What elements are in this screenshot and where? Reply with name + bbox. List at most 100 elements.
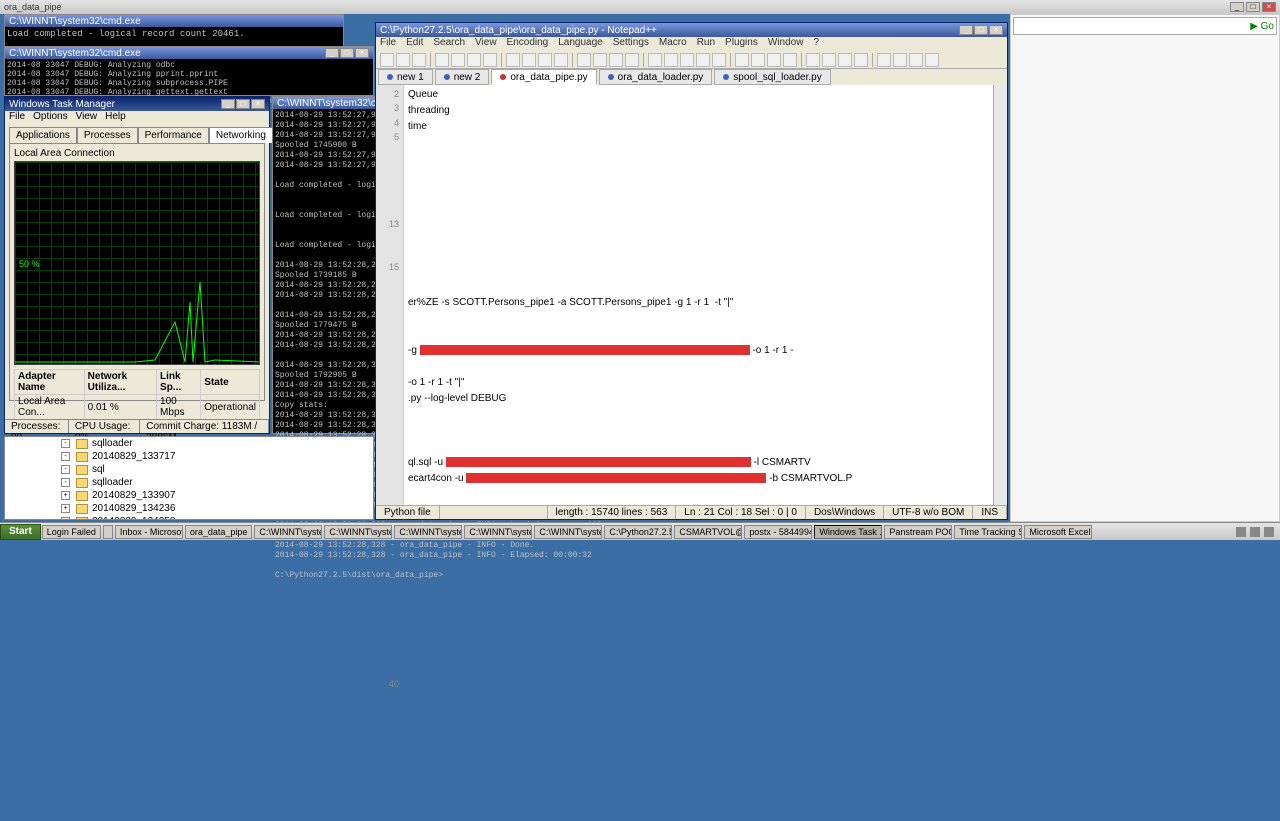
- menu-file[interactable]: File: [380, 37, 396, 51]
- maximize-button[interactable]: □: [1246, 2, 1260, 12]
- menu-run[interactable]: Run: [697, 37, 715, 51]
- toolbar-icon[interactable]: [783, 53, 797, 67]
- tab-applications[interactable]: Applications: [9, 127, 77, 143]
- taskbar-item[interactable]: Panstream POC ...: [884, 525, 952, 539]
- toolbar-icon[interactable]: [538, 53, 552, 67]
- toolbar-icon[interactable]: [925, 53, 939, 67]
- taskbar-item[interactable]: Windows Task ...: [814, 525, 882, 539]
- tab-performance[interactable]: Performance: [138, 127, 209, 143]
- expand-icon[interactable]: -: [61, 478, 70, 487]
- taskbar-item[interactable]: [103, 525, 113, 539]
- menu-file[interactable]: File: [9, 111, 25, 125]
- menu-search[interactable]: Search: [433, 37, 465, 51]
- code-area[interactable]: Queuethreadingtime er%ZE -s SCOTT.Person…: [404, 85, 993, 505]
- tray-icon[interactable]: [1264, 527, 1274, 537]
- toolbar-icon[interactable]: [467, 53, 481, 67]
- taskbar-item[interactable]: Microsoft Excel - B...: [1024, 525, 1092, 539]
- maximize-button[interactable]: □: [340, 48, 354, 58]
- file-tab[interactable]: new 1: [378, 69, 433, 85]
- npp-editor[interactable]: 2345 13 15 40 Queuethreadingtime er%ZE -…: [376, 85, 993, 505]
- go-icon[interactable]: ▶ Go: [1250, 21, 1274, 32]
- toolbar-icon[interactable]: [877, 53, 891, 67]
- menu-window[interactable]: Window: [768, 37, 804, 51]
- toolbar-icon[interactable]: [838, 53, 852, 67]
- cmdbg-titlebar[interactable]: C:\WINNT\system32\cmd.exe _ □ ×: [5, 47, 373, 59]
- toolbar-icon[interactable]: [696, 53, 710, 67]
- toolbar-icon[interactable]: [522, 53, 536, 67]
- taskbar-item[interactable]: ora_data_pipe: [185, 525, 253, 539]
- taskbar-item[interactable]: C:\WINNT\syste...: [534, 525, 602, 539]
- toolbar-icon[interactable]: [554, 53, 568, 67]
- taskmgr-titlebar[interactable]: Windows Task Manager _ □ ×: [5, 97, 269, 111]
- toolbar-icon[interactable]: [648, 53, 662, 67]
- file-tab[interactable]: spool_sql_loader.py: [714, 69, 830, 85]
- folder-item[interactable]: +20140829_134236: [5, 502, 373, 515]
- file-tab[interactable]: ora_data_loader.py: [599, 69, 713, 85]
- taskbar-item[interactable]: postx - 58449948...: [744, 525, 812, 539]
- expand-icon[interactable]: +: [61, 517, 70, 520]
- taskbar-item[interactable]: CSMARTVOL@SM...: [674, 525, 742, 539]
- minimize-button[interactable]: _: [325, 48, 339, 58]
- folder-item[interactable]: -sqlloader: [5, 437, 373, 450]
- cmd1-titlebar[interactable]: C:\WINNT\system32\cmd.exe: [5, 15, 343, 27]
- folder-item[interactable]: +20140829_134258: [5, 515, 373, 520]
- minimize-button[interactable]: _: [959, 25, 973, 35]
- file-tab[interactable]: new 2: [435, 69, 490, 85]
- minimize-button[interactable]: _: [221, 99, 235, 109]
- tray-icon[interactable]: [1250, 527, 1260, 537]
- folder-item[interactable]: -sql: [5, 463, 373, 476]
- taskbar-item[interactable]: Login Failed: [42, 525, 101, 539]
- taskbar-item[interactable]: C:\WINNT\syste...: [254, 525, 322, 539]
- taskbar-item[interactable]: Inbox - Microsof...: [115, 525, 183, 539]
- toolbar-icon[interactable]: [751, 53, 765, 67]
- toolbar-icon[interactable]: [806, 53, 820, 67]
- toolbar-icon[interactable]: [712, 53, 726, 67]
- minimize-button[interactable]: _: [1230, 2, 1244, 12]
- column-header[interactable]: Adapter Name: [15, 370, 85, 395]
- menu-help[interactable]: Help: [105, 111, 126, 125]
- taskbar-item[interactable]: C:\WINNT\syste...: [464, 525, 532, 539]
- system-tray[interactable]: [1230, 527, 1280, 537]
- toolbar-icon[interactable]: [506, 53, 520, 67]
- toolbar-icon[interactable]: [577, 53, 591, 67]
- maximize-button[interactable]: □: [974, 25, 988, 35]
- close-button[interactable]: ×: [1262, 2, 1276, 12]
- menu-?[interactable]: ?: [813, 37, 819, 51]
- toolbar-icon[interactable]: [593, 53, 607, 67]
- npp-titlebar[interactable]: C:\Python27.2.5\ora_data_pipe\ora_data_p…: [376, 23, 1007, 37]
- close-button[interactable]: ×: [355, 48, 369, 58]
- column-header[interactable]: Network Utiliza...: [84, 370, 156, 395]
- toolbar-icon[interactable]: [822, 53, 836, 67]
- toolbar-icon[interactable]: [735, 53, 749, 67]
- menu-view[interactable]: View: [76, 111, 98, 125]
- folder-item[interactable]: +20140829_133907: [5, 489, 373, 502]
- toolbar-icon[interactable]: [396, 53, 410, 67]
- taskbar-item[interactable]: C:\Python27.2.5...: [604, 525, 672, 539]
- taskbar-item[interactable]: C:\WINNT\syste...: [394, 525, 462, 539]
- toolbar-icon[interactable]: [893, 53, 907, 67]
- file-tab[interactable]: ora_data_pipe.py: [491, 69, 596, 85]
- toolbar-icon[interactable]: [854, 53, 868, 67]
- expand-icon[interactable]: -: [61, 452, 70, 461]
- url-bar[interactable]: ▶ Go: [1013, 17, 1277, 35]
- vertical-scrollbar[interactable]: [993, 85, 1007, 505]
- menu-macro[interactable]: Macro: [659, 37, 687, 51]
- menu-settings[interactable]: Settings: [613, 37, 649, 51]
- folder-item[interactable]: -sqlloader: [5, 476, 373, 489]
- menu-edit[interactable]: Edit: [406, 37, 423, 51]
- toolbar-icon[interactable]: [435, 53, 449, 67]
- start-button[interactable]: Start: [0, 524, 41, 540]
- toolbar-icon[interactable]: [767, 53, 781, 67]
- toolbar-icon[interactable]: [451, 53, 465, 67]
- toolbar-icon[interactable]: [609, 53, 623, 67]
- expand-icon[interactable]: -: [61, 465, 70, 474]
- taskbar-item[interactable]: C:\WINNT\syste...: [324, 525, 392, 539]
- menu-language[interactable]: Language: [558, 37, 603, 51]
- tab-networking[interactable]: Networking: [209, 127, 273, 143]
- expand-icon[interactable]: +: [61, 491, 70, 500]
- menu-view[interactable]: View: [475, 37, 497, 51]
- toolbar-icon[interactable]: [412, 53, 426, 67]
- folder-item[interactable]: -20140829_133717: [5, 450, 373, 463]
- menu-options[interactable]: Options: [33, 111, 67, 125]
- toolbar-icon[interactable]: [680, 53, 694, 67]
